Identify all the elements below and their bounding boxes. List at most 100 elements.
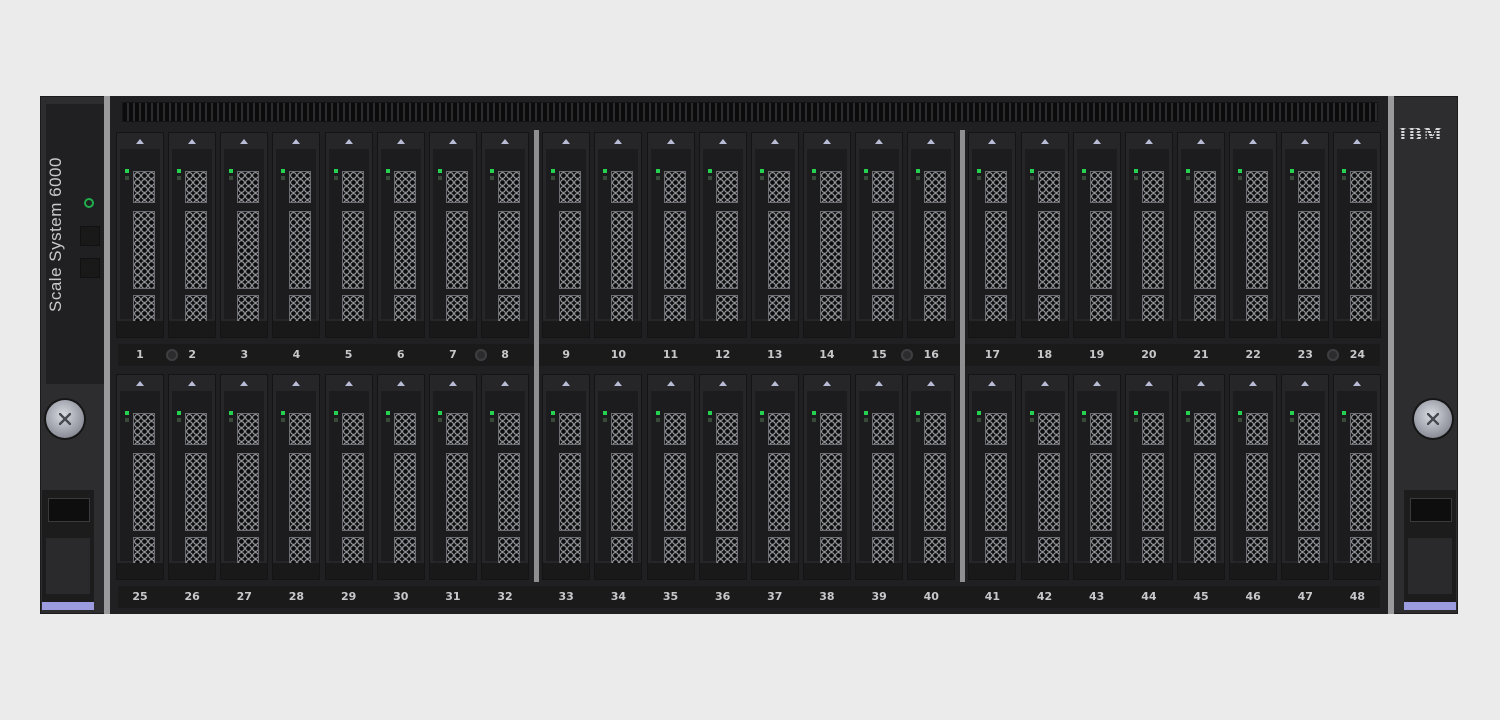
drive-bay[interactable] (1229, 374, 1278, 580)
drive-bay[interactable] (855, 374, 904, 580)
drive-latch[interactable] (1125, 321, 1172, 337)
drive-bay[interactable] (1333, 374, 1382, 580)
drive-latch[interactable] (1282, 563, 1329, 579)
drive-bay[interactable] (272, 132, 321, 338)
release-knob[interactable] (475, 349, 488, 361)
drive-bay[interactable] (750, 374, 799, 580)
drive-latch[interactable] (856, 563, 903, 579)
drive-latch[interactable] (169, 563, 216, 579)
drive-bay[interactable] (594, 374, 643, 580)
drive-latch[interactable] (908, 563, 955, 579)
drive-latch[interactable] (1282, 321, 1329, 337)
drive-bay[interactable] (542, 132, 591, 338)
drive-latch[interactable] (1334, 563, 1381, 579)
drive-latch[interactable] (482, 563, 529, 579)
drive-latch[interactable] (543, 563, 590, 579)
drive-latch[interactable] (1125, 563, 1172, 579)
drive-bay[interactable] (428, 132, 477, 338)
drive-bay[interactable] (750, 132, 799, 338)
drive-bay[interactable] (698, 132, 747, 338)
drive-latch[interactable] (699, 563, 746, 579)
drive-bay[interactable] (1072, 374, 1121, 580)
drive-bay[interactable] (1177, 374, 1225, 580)
drive-latch[interactable] (117, 321, 163, 337)
drive-latch[interactable] (1334, 321, 1381, 337)
drive-latch[interactable] (751, 563, 798, 579)
drive-latch[interactable] (221, 563, 268, 579)
drive-bay[interactable] (1229, 132, 1278, 338)
drive-latch[interactable] (273, 321, 320, 337)
drive-bay[interactable] (1124, 132, 1173, 338)
drive-latch[interactable] (699, 321, 746, 337)
drive-latch[interactable] (429, 563, 476, 579)
thumbscrew-icon[interactable] (46, 400, 84, 438)
drive-latch[interactable] (647, 563, 694, 579)
release-knob[interactable] (166, 349, 178, 361)
drive-latch[interactable] (595, 563, 642, 579)
drive-bay[interactable] (481, 132, 530, 338)
left-handle[interactable] (42, 490, 94, 610)
right-handle[interactable] (1404, 490, 1456, 610)
drive-bay[interactable] (376, 374, 425, 580)
drive-bay[interactable] (802, 374, 851, 580)
drive-latch[interactable] (1230, 563, 1277, 579)
drive-bay[interactable] (802, 132, 851, 338)
drive-bay[interactable] (968, 132, 1017, 338)
drive-bay[interactable] (1072, 132, 1121, 338)
drive-bay[interactable] (220, 132, 269, 338)
drive-bay[interactable] (1124, 374, 1173, 580)
drive-latch[interactable] (1021, 321, 1068, 337)
drive-bay[interactable] (481, 374, 530, 580)
drive-latch[interactable] (1178, 321, 1224, 337)
drive-bay[interactable] (324, 374, 373, 580)
drive-latch[interactable] (543, 321, 590, 337)
drive-latch[interactable] (969, 563, 1016, 579)
drive-latch[interactable] (273, 563, 320, 579)
drive-latch[interactable] (595, 321, 642, 337)
drive-bay[interactable] (542, 374, 591, 580)
drive-bay[interactable] (376, 132, 425, 338)
drive-bay[interactable] (168, 132, 217, 338)
drive-latch[interactable] (377, 563, 424, 579)
drive-bay[interactable] (907, 132, 956, 338)
drive-latch[interactable] (325, 563, 372, 579)
drive-latch[interactable] (482, 321, 529, 337)
drive-latch[interactable] (1073, 563, 1120, 579)
drive-latch[interactable] (1073, 321, 1120, 337)
drive-bay[interactable] (1177, 132, 1225, 338)
thumbscrew-icon[interactable] (1414, 400, 1452, 438)
drive-bay[interactable] (1333, 132, 1382, 338)
drive-bay[interactable] (698, 374, 747, 580)
drive-bay[interactable] (594, 132, 643, 338)
drive-bay[interactable] (220, 374, 269, 580)
drive-bay[interactable] (168, 374, 217, 580)
drive-bay[interactable] (907, 374, 956, 580)
drive-latch[interactable] (647, 321, 694, 337)
drive-bay[interactable] (428, 374, 477, 580)
drive-latch[interactable] (117, 563, 163, 579)
drive-bay[interactable] (1281, 374, 1330, 580)
drive-latch[interactable] (803, 563, 850, 579)
drive-bay[interactable] (1020, 374, 1069, 580)
drive-bay[interactable] (968, 374, 1017, 580)
drive-latch[interactable] (1178, 563, 1224, 579)
drive-latch[interactable] (1230, 321, 1277, 337)
drive-bay[interactable] (116, 132, 164, 338)
drive-bay[interactable] (1281, 132, 1330, 338)
drive-latch[interactable] (169, 321, 216, 337)
drive-latch[interactable] (856, 321, 903, 337)
drive-bay[interactable] (272, 374, 321, 580)
drive-bay[interactable] (646, 132, 695, 338)
drive-bay[interactable] (855, 132, 904, 338)
drive-bay[interactable] (646, 374, 695, 580)
drive-latch[interactable] (325, 321, 372, 337)
drive-latch[interactable] (377, 321, 424, 337)
drive-latch[interactable] (803, 321, 850, 337)
drive-latch[interactable] (751, 321, 798, 337)
drive-bay[interactable] (324, 132, 373, 338)
drive-latch[interactable] (429, 321, 476, 337)
drive-bay[interactable] (1020, 132, 1069, 338)
drive-bay[interactable] (116, 374, 164, 580)
drive-latch[interactable] (908, 321, 955, 337)
drive-latch[interactable] (1021, 563, 1068, 579)
